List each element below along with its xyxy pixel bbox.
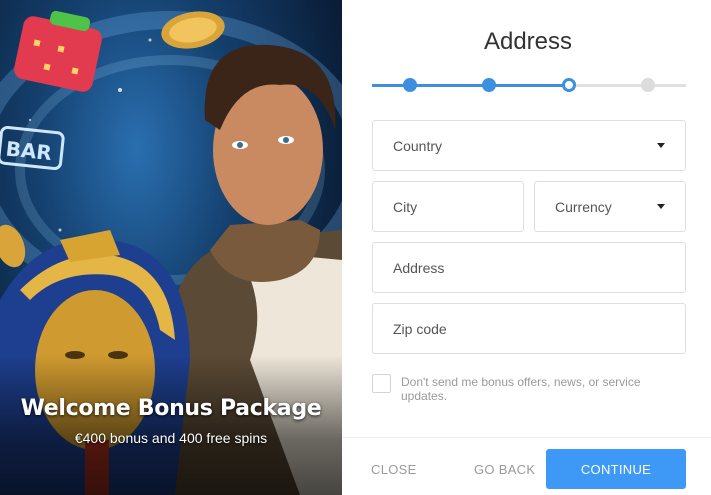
chevron-down-icon [657,143,665,148]
country-placeholder: Country [393,137,443,154]
address-input[interactable]: Address [372,242,686,293]
promo-panel: BAR Welcome Bonus Package €400 bonus and… [0,0,342,495]
page-title: Address [483,28,573,55]
country-select[interactable]: Country [372,120,686,171]
zip-placeholder: Zip code [393,320,447,337]
city-input[interactable]: City [372,181,524,232]
close-button[interactable]: CLOSE [371,462,417,477]
bonus-opt-out-label: Don't send me bonus offers, news, or ser… [401,375,641,403]
svg-text:BAR: BAR [5,136,53,165]
currency-placeholder: Currency [555,198,612,215]
bonus-opt-out-checkbox[interactable] [372,374,391,393]
zip-code-input[interactable]: Zip code [372,303,686,354]
step-3-indicator [561,78,576,92]
promo-subtitle: €400 bonus and 400 free spins [74,430,268,446]
registration-panel: Address Country City Currency Address Zi… [342,0,711,495]
promo-title: Welcome Bonus Package [20,396,322,421]
stepper-progress-fill [372,84,569,87]
step-1-indicator [403,78,417,92]
progress-stepper [372,74,686,96]
city-placeholder: City [393,198,418,215]
address-placeholder: Address [393,259,445,276]
go-back-button[interactable]: GO BACK [474,462,535,477]
currency-select[interactable]: Currency [534,181,686,232]
step-2-indicator [482,78,497,92]
step-4-indicator [641,78,655,92]
promo-shade [0,355,342,495]
chevron-down-icon [657,204,665,209]
continue-button[interactable]: CONTINUE [546,449,686,489]
footer-divider [342,437,711,438]
strawberry-icon [14,10,102,92]
